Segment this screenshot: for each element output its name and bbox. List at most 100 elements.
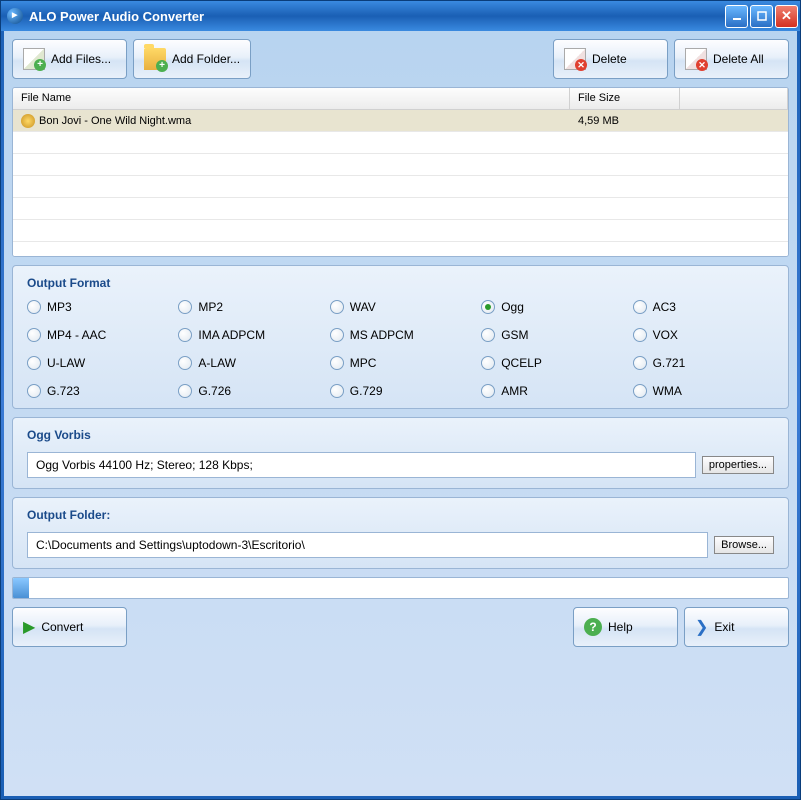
codec-panel: Ogg Vorbis properties... [12,417,789,489]
radio-icon [178,384,192,398]
app-window: ALO Power Audio Converter ✕ Add Files...… [0,0,801,800]
format-grid: MP3 MP2 WAV Ogg AC3 MP4 - AAC IMA ADPCM MS ADPC… [27,300,774,398]
output-format-title: Output Format [27,276,774,290]
col-spacer [680,88,788,109]
radio-icon [178,300,192,314]
help-icon: ? [584,618,602,636]
radio-label: A-LAW [198,356,236,370]
add-folder-button[interactable]: Add Folder... [133,39,251,79]
radio-icon [178,328,192,342]
radio-icon [330,328,344,342]
radio-label: G.721 [653,356,686,370]
audio-file-icon [21,114,35,128]
close-button[interactable]: ✕ [775,5,798,28]
app-icon [7,8,23,24]
radio-ogg[interactable]: Ogg [481,300,622,314]
radio-icon [481,328,495,342]
radio-label: VOX [653,328,678,342]
codec-settings-input[interactable] [27,452,696,478]
radio-u-law[interactable]: U-LAW [27,356,168,370]
radio-icon [330,356,344,370]
radio-icon [330,384,344,398]
table-row-empty [13,132,788,154]
file-name-cell: Bon Jovi - One Wild Night.wma [39,115,191,127]
radio-label: AMR [501,384,528,398]
radio-qcelp[interactable]: QCELP [481,356,622,370]
radio-gsm[interactable]: GSM [481,328,622,342]
properties-button[interactable]: properties... [702,456,774,474]
radio-label: G.729 [350,384,383,398]
radio-ima-adpcm[interactable]: IMA ADPCM [178,328,319,342]
radio-label: MS ADPCM [350,328,414,342]
radio-mpc[interactable]: MPC [330,356,471,370]
output-format-panel: Output Format MP3 MP2 WAV Ogg AC3 MP4 - AAC IM… [12,265,789,409]
codec-title: Ogg Vorbis [27,428,774,442]
folder-add-icon [144,48,166,70]
table-row-empty [13,220,788,242]
progress-fill [13,578,29,598]
output-folder-panel: Output Folder: Browse... [12,497,789,569]
radio-wma[interactable]: WMA [633,384,774,398]
delete-icon [564,48,586,70]
radio-mp4-aac[interactable]: MP4 - AAC [27,328,168,342]
radio-ms-adpcm[interactable]: MS ADPCM [330,328,471,342]
col-filename[interactable]: File Name [13,88,570,109]
radio-g-723[interactable]: G.723 [27,384,168,398]
delete-all-button[interactable]: Delete All [674,39,789,79]
file-size-cell: 4,59 MB [570,110,680,131]
radio-label: MP4 - AAC [47,328,106,342]
browse-button[interactable]: Browse... [714,536,774,554]
radio-vox[interactable]: VOX [633,328,774,342]
add-files-button[interactable]: Add Files... [12,39,127,79]
add-files-label: Add Files... [51,52,111,66]
exit-label: Exit [714,620,734,634]
help-button[interactable]: ? Help [573,607,678,647]
radio-icon [178,356,192,370]
radio-label: WMA [653,384,682,398]
radio-mp3[interactable]: MP3 [27,300,168,314]
radio-wav[interactable]: WAV [330,300,471,314]
radio-label: GSM [501,328,528,342]
table-row-empty [13,154,788,176]
radio-label: MPC [350,356,377,370]
table-row-empty [13,198,788,220]
radio-label: G.726 [198,384,231,398]
radio-icon [481,356,495,370]
titlebar[interactable]: ALO Power Audio Converter ✕ [1,1,800,31]
file-list-panel: File Name File Size Bon Jovi - One Wild … [12,87,789,257]
radio-icon [633,356,647,370]
radio-label: Ogg [501,300,524,314]
convert-button[interactable]: ▶ Convert [12,607,127,647]
radio-icon [481,300,495,314]
radio-g-726[interactable]: G.726 [178,384,319,398]
radio-icon [27,384,41,398]
radio-icon [633,384,647,398]
radio-ac3[interactable]: AC3 [633,300,774,314]
radio-label: MP2 [198,300,223,314]
radio-amr[interactable]: AMR [481,384,622,398]
arrow-down-icon: ❯ [695,617,708,637]
radio-a-law[interactable]: A-LAW [178,356,319,370]
output-folder-input[interactable] [27,532,708,558]
bottom-bar: ▶ Convert ? Help ❯ Exit [12,607,789,647]
maximize-button[interactable] [750,5,773,28]
radio-icon [633,300,647,314]
toolbar: Add Files... Add Folder... Delete Delete… [12,39,789,79]
radio-mp2[interactable]: MP2 [178,300,319,314]
radio-g-721[interactable]: G.721 [633,356,774,370]
radio-label: MP3 [47,300,72,314]
delete-label: Delete [592,52,627,66]
add-folder-label: Add Folder... [172,52,240,66]
delete-button[interactable]: Delete [553,39,668,79]
radio-label: G.723 [47,384,80,398]
table-body[interactable]: Bon Jovi - One Wild Night.wma 4,59 MB [13,110,788,256]
exit-button[interactable]: ❯ Exit [684,607,789,647]
radio-g-729[interactable]: G.729 [330,384,471,398]
radio-icon [481,384,495,398]
play-icon: ▶ [23,617,35,637]
col-filesize[interactable]: File Size [570,88,680,109]
minimize-button[interactable] [725,5,748,28]
radio-label: WAV [350,300,376,314]
table-row[interactable]: Bon Jovi - One Wild Night.wma 4,59 MB [13,110,788,132]
table-header: File Name File Size [13,88,788,110]
